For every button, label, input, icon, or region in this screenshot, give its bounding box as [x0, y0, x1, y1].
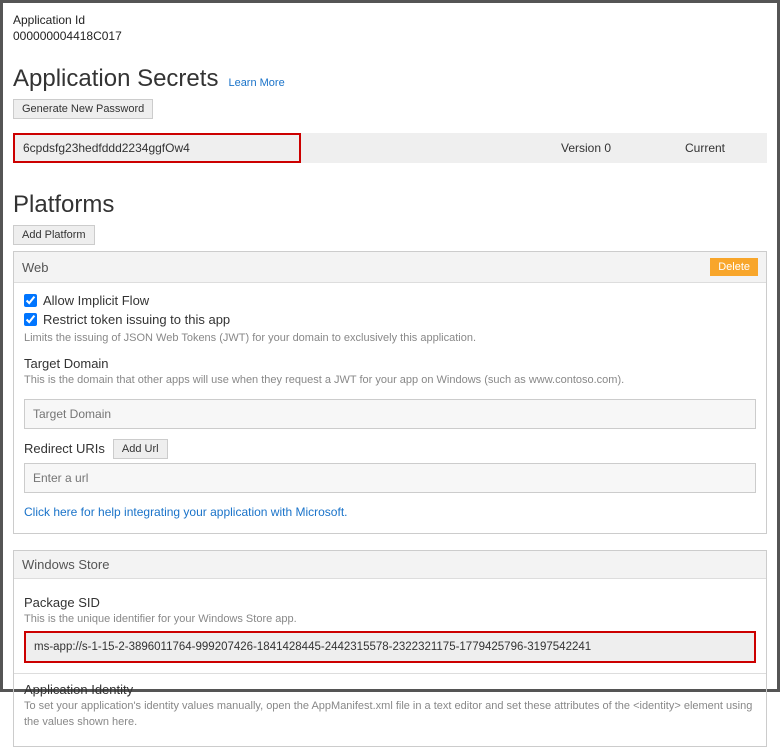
secret-value-highlighted: 6cpdsfg23hedfddd2234ggfOw4	[13, 133, 301, 163]
restrict-token-checkbox[interactable]	[24, 313, 37, 326]
windows-store-title: Windows Store	[22, 557, 109, 572]
secret-version: Version 0	[301, 133, 677, 163]
package-sid-label: Package SID	[24, 595, 756, 610]
restrict-token-row[interactable]: Restrict token issuing to this app	[24, 312, 756, 327]
allow-implicit-row[interactable]: Allow Implicit Flow	[24, 293, 756, 308]
web-panel: Web Delete Allow Implicit Flow Restrict …	[13, 251, 767, 534]
web-panel-title: Web	[22, 260, 49, 275]
application-id-section: Application Id 000000004418C017	[13, 13, 767, 43]
divider	[14, 673, 766, 674]
windows-store-panel-header: Windows Store	[14, 551, 766, 579]
allow-implicit-checkbox[interactable]	[24, 294, 37, 307]
restrict-token-label: Restrict token issuing to this app	[43, 312, 230, 327]
application-identity-label: Application Identity	[24, 682, 756, 697]
package-sid-helper: This is the unique identifier for your W…	[24, 612, 756, 627]
redirect-uris-label: Redirect URIs	[24, 441, 105, 456]
secrets-title: Application Secrets	[13, 65, 218, 93]
target-domain-input[interactable]	[24, 399, 756, 429]
application-id-value: 000000004418C017	[13, 29, 767, 43]
package-sid-value-highlighted: ms-app://s-1-15-2-3896011764-999207426-1…	[24, 631, 756, 663]
platforms-heading: Platforms	[13, 191, 767, 219]
allow-implicit-label: Allow Implicit Flow	[43, 293, 149, 308]
learn-more-link[interactable]: Learn More	[228, 77, 284, 89]
add-platform-button[interactable]: Add Platform	[13, 225, 95, 245]
restrict-token-helper: Limits the issuing of JSON Web Tokens (J…	[24, 331, 756, 346]
secret-row: 6cpdsfg23hedfddd2234ggfOw4 Version 0 Cur…	[13, 133, 767, 163]
target-domain-helper: This is the domain that other apps will …	[24, 373, 756, 388]
web-panel-header: Web Delete	[14, 252, 766, 283]
secret-status: Current	[677, 133, 767, 163]
add-url-button[interactable]: Add Url	[113, 439, 168, 459]
delete-web-button[interactable]: Delete	[710, 258, 758, 276]
generate-password-button[interactable]: Generate New Password	[13, 99, 153, 119]
secrets-heading: Application Secrets Learn More	[13, 65, 767, 93]
application-id-label: Application Id	[13, 13, 767, 27]
redirect-uri-input[interactable]	[24, 463, 756, 493]
windows-store-panel: Windows Store Package SID This is the un…	[13, 550, 767, 747]
integration-help-link[interactable]: Click here for help integrating your app…	[24, 505, 347, 519]
application-identity-helper: To set your application's identity value…	[24, 699, 756, 730]
target-domain-label: Target Domain	[24, 356, 756, 371]
